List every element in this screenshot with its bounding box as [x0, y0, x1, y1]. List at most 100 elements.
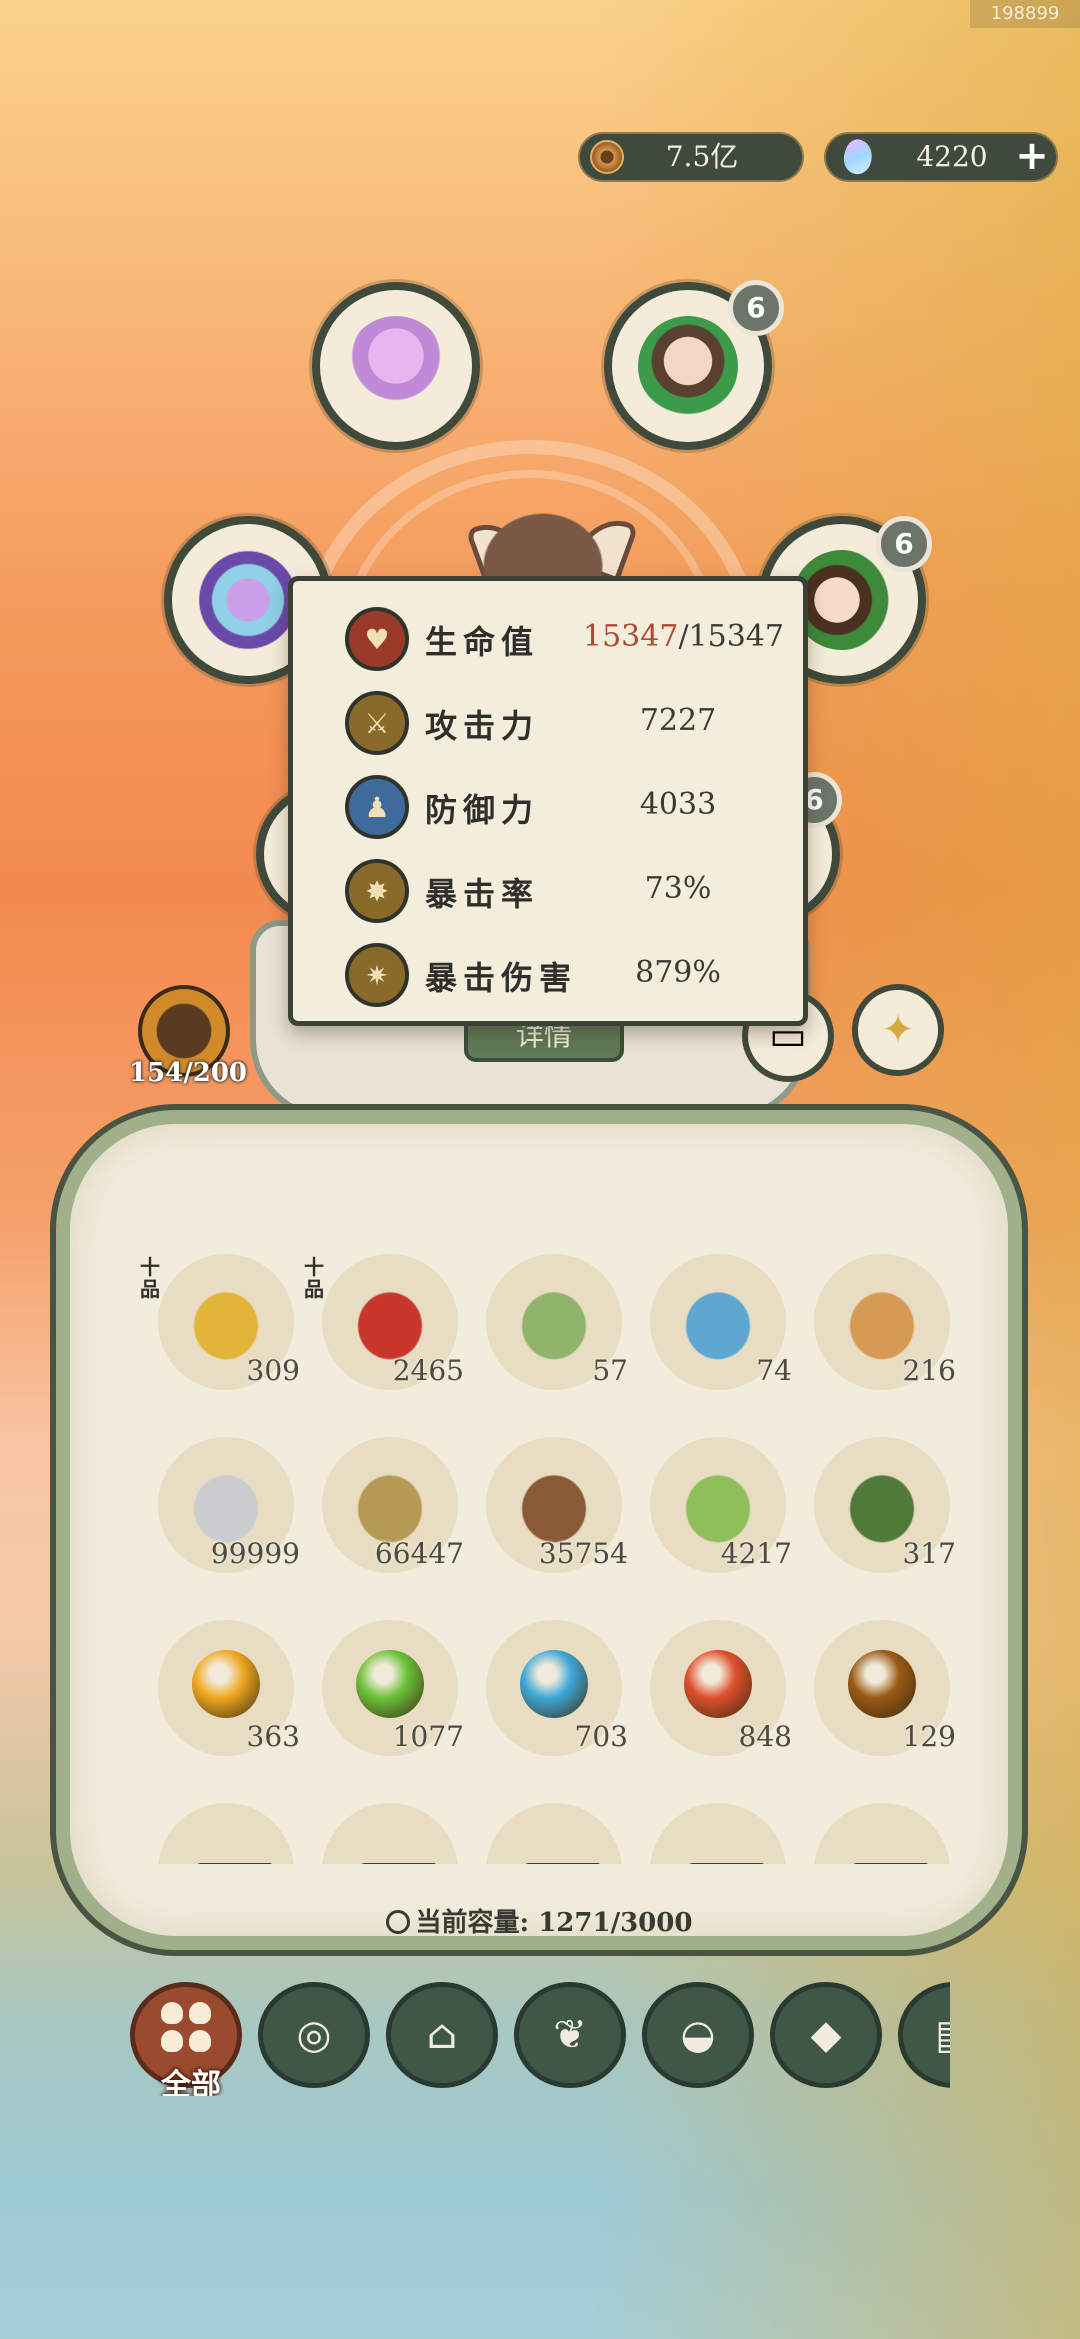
tab-house[interactable]: ⌂: [386, 1982, 498, 2088]
green-orb-icon: [356, 1650, 424, 1718]
stat-name: 生命值: [425, 623, 540, 661]
companion-level-badge: 6: [728, 280, 784, 336]
inventory-item-blue-orb[interactable]: 703: [468, 1620, 628, 1770]
inventory-item-blue-fish-pouch[interactable]: 74: [632, 1254, 792, 1404]
stat-row: ✷ 暴击伤害 879%: [293, 933, 803, 1017]
tab-mineral[interactable]: ◆: [770, 1982, 882, 2088]
stat-name: 防御力: [425, 791, 540, 829]
item-background: [322, 1803, 458, 1864]
inventory-item-green-orb[interactable]: 1077: [304, 1620, 464, 1770]
inventory-item-gold-ingot[interactable]: [796, 1803, 956, 1864]
log-icon: [514, 1467, 594, 1543]
straw-icon: [350, 1467, 430, 1543]
watermark: 198899: [970, 0, 1080, 28]
item-background: [814, 1803, 950, 1864]
item-quantity: 216: [902, 1354, 956, 1387]
stone-icon: [186, 1467, 266, 1543]
inventory-item-golden-berries[interactable]: 十品 309: [140, 1254, 300, 1404]
stat-row: ⚔ 攻击力 7227: [293, 681, 803, 765]
inventory-item-jade-ingot[interactable]: [468, 1803, 628, 1864]
blue-orb-icon: [520, 1650, 588, 1718]
stat-name: 暴击率: [425, 875, 540, 913]
item-quantity: 99999: [210, 1537, 300, 1570]
category-tabs: 全部 ◎ ⌂ ❦ ◒ ◆ ▤: [130, 1976, 950, 2096]
item-quantity: 317: [902, 1537, 956, 1570]
companion-portrait-icon: [638, 316, 738, 416]
gem-value: 4220: [916, 140, 988, 173]
orange-pouch-icon: [842, 1284, 922, 1360]
moth-spirit-button[interactable]: ✦: [852, 984, 944, 1076]
stat-name: 攻击力: [425, 707, 540, 745]
herb-icon: [842, 1467, 922, 1543]
sprout-icon: ❦: [553, 2012, 587, 2058]
blue-fish-pouch-icon: [678, 1284, 758, 1360]
log-icon: ◎: [296, 2012, 332, 2058]
tab-scroll[interactable]: ▤: [898, 1982, 950, 2088]
item-quantity: 74: [756, 1354, 792, 1387]
rice-bowl-icon: ◒: [680, 2012, 716, 2058]
golden-berries-icon: [186, 1284, 266, 1360]
item-quantity: 848: [738, 1720, 792, 1753]
item-quantity: 129: [902, 1720, 956, 1753]
inventory-item-iron-ingot[interactable]: [632, 1803, 792, 1864]
brown-orb-icon: [848, 1650, 916, 1718]
item-quantity: 35754: [538, 1537, 628, 1570]
gem-counter: 4220 +: [826, 134, 1056, 180]
add-gem-button[interactable]: +: [1010, 134, 1054, 180]
equip-slot-lotus[interactable]: [312, 282, 480, 450]
house-icon: ⌂: [426, 2012, 458, 2058]
item-quantity: 4217: [720, 1537, 792, 1570]
coin-value: 7.5亿: [665, 140, 739, 173]
inventory-item-log[interactable]: 35754: [468, 1437, 628, 1587]
inventory-item-bamboo[interactable]: 4217: [632, 1437, 792, 1587]
item-quantity: 66447: [374, 1537, 464, 1570]
inventory-item-straw[interactable]: 66447: [304, 1437, 464, 1587]
item-quantity: 2465: [392, 1354, 464, 1387]
beast-capacity-count: 154/200: [128, 1058, 248, 1088]
item-grade-label: 十品: [140, 1255, 160, 1301]
green-seed-pouch-icon: [514, 1284, 594, 1360]
companion-level-badge: 6: [876, 516, 932, 572]
item-quantity: 363: [246, 1720, 300, 1753]
bamboo-icon: [678, 1467, 758, 1543]
stat-name: 暴击伤害: [425, 959, 578, 997]
tab-sprout[interactable]: ❦: [514, 1982, 626, 2088]
capacity-icon: [385, 1910, 410, 1934]
crit-burst-icon: ✸: [345, 859, 409, 923]
stat-value: 15347/15347: [583, 619, 784, 654]
stats-panel: ♥ 生命值 15347/15347 ⚔ 攻击力 7227 ♟ 防御力 4033 ✸ 暴击率 73% ✷ 暴…: [288, 576, 808, 1026]
inventory-item-red-orb[interactable]: 848: [632, 1620, 792, 1770]
item-quantity: 703: [574, 1720, 628, 1753]
armor-icon: [198, 550, 298, 650]
stat-value: 879%: [635, 955, 721, 990]
item-background: [486, 1803, 622, 1864]
moth-icon: ✦: [881, 1007, 915, 1053]
inventory-grid: 十品 309 十品 2465 57 74 216 99999 66447 35754 4217 317…: [140, 1254, 980, 1864]
inventory-item-gold-orb[interactable]: 363: [140, 1620, 300, 1770]
item-quantity: 309: [246, 1354, 300, 1387]
stat-value: 4033: [639, 787, 717, 822]
stat-row: ✸ 暴击率 73%: [293, 849, 803, 933]
crystal-gem-icon: [839, 136, 877, 178]
inventory-item-herb[interactable]: 317: [796, 1437, 956, 1587]
inventory-item-bamboo-plank[interactable]: [304, 1803, 464, 1864]
red-berries-icon: [350, 1284, 430, 1360]
tab-rice-bowl[interactable]: ◒: [642, 1982, 754, 2088]
copper-coin-icon: [590, 140, 624, 174]
red-orb-icon: [684, 1650, 752, 1718]
gold-orb-icon: [192, 1650, 260, 1718]
inventory-item-stone[interactable]: 99999: [140, 1437, 300, 1587]
sword-icon: ⚔: [345, 691, 409, 755]
capacity-label: 当前容量:: [415, 1908, 530, 1938]
tab-log[interactable]: ◎: [258, 1982, 370, 2088]
stat-value: 7227: [639, 703, 717, 738]
inventory-item-red-berries[interactable]: 十品 2465: [304, 1254, 464, 1404]
inventory-item-orange-pouch[interactable]: 216: [796, 1254, 956, 1404]
item-grade-label: 十品: [304, 1255, 324, 1301]
inventory-item-wood-plank[interactable]: [140, 1803, 300, 1864]
item-quantity: 1077: [392, 1720, 464, 1753]
stat-max-value: /15347: [678, 619, 784, 654]
lotus-lamp-icon: [346, 316, 446, 416]
inventory-item-brown-orb[interactable]: 129: [796, 1620, 956, 1770]
inventory-item-green-seed-pouch[interactable]: 57: [468, 1254, 628, 1404]
